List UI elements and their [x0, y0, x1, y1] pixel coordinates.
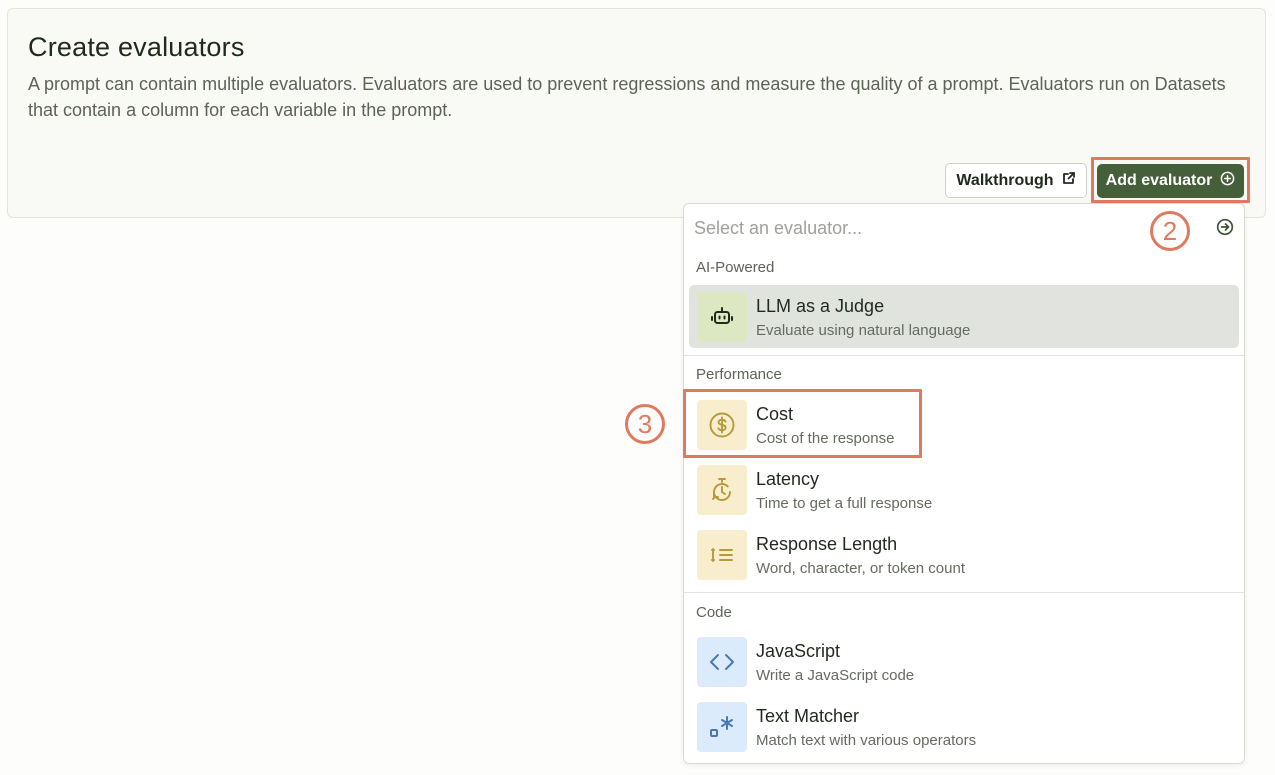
code-brackets-icon — [697, 637, 747, 687]
list-length-icon — [697, 530, 747, 580]
evaluator-search-input[interactable] — [694, 216, 1174, 240]
section-divider — [684, 592, 1244, 593]
option-description: Evaluate using natural language — [756, 322, 971, 339]
page-title: Create evaluators — [28, 32, 245, 62]
step-badge-2: 2 — [1150, 211, 1190, 251]
option-name: LLM as a Judge — [756, 296, 885, 316]
evaluator-option-response-length[interactable]: Response Length Word, character, or toke… — [689, 523, 1239, 586]
text-match-icon — [697, 702, 747, 752]
option-name: Latency — [756, 469, 820, 489]
section-label-ai-powered: AI-Powered — [696, 259, 775, 276]
evaluator-option-latency[interactable]: Latency Time to get a full response — [689, 458, 1239, 521]
evaluator-option-llm-judge[interactable]: LLM as a Judge Evaluate using natural la… — [689, 285, 1239, 348]
option-description: Write a JavaScript code — [756, 667, 915, 684]
robot-icon — [697, 292, 747, 342]
arrow-right-circle-icon[interactable] — [1216, 218, 1234, 236]
evaluator-option-javascript[interactable]: JavaScript Write a JavaScript code — [689, 630, 1239, 693]
add-evaluator-highlight — [1091, 157, 1250, 203]
timer-icon — [697, 465, 747, 515]
option-description: Match text with various operators — [756, 732, 977, 749]
option-description: Time to get a full response — [756, 495, 933, 512]
walkthrough-label: Walkthrough — [956, 171, 1054, 189]
step-badge-3: 3 — [625, 404, 665, 444]
option-name: JavaScript — [756, 641, 841, 661]
section-label-code: Code — [696, 604, 732, 621]
section-label-performance: Performance — [696, 366, 782, 383]
option-name: Text Matcher — [756, 706, 860, 726]
panel-description: A prompt can contain multiple evaluators… — [28, 74, 1226, 120]
evaluator-option-text-matcher[interactable]: Text Matcher Match text with various ope… — [689, 695, 1239, 758]
option-name: Response Length — [756, 534, 898, 554]
section-divider — [684, 355, 1244, 356]
option-description: Word, character, or token count — [756, 560, 965, 577]
create-evaluators-panel: Create evaluators A prompt can contain m… — [7, 8, 1266, 218]
evaluator-select-menu: AI-Powered LLM as a Judge Evaluate using… — [683, 203, 1245, 764]
external-link-icon — [1062, 171, 1076, 190]
walkthrough-button[interactable]: Walkthrough — [945, 163, 1087, 198]
cost-option-highlight — [683, 389, 922, 458]
